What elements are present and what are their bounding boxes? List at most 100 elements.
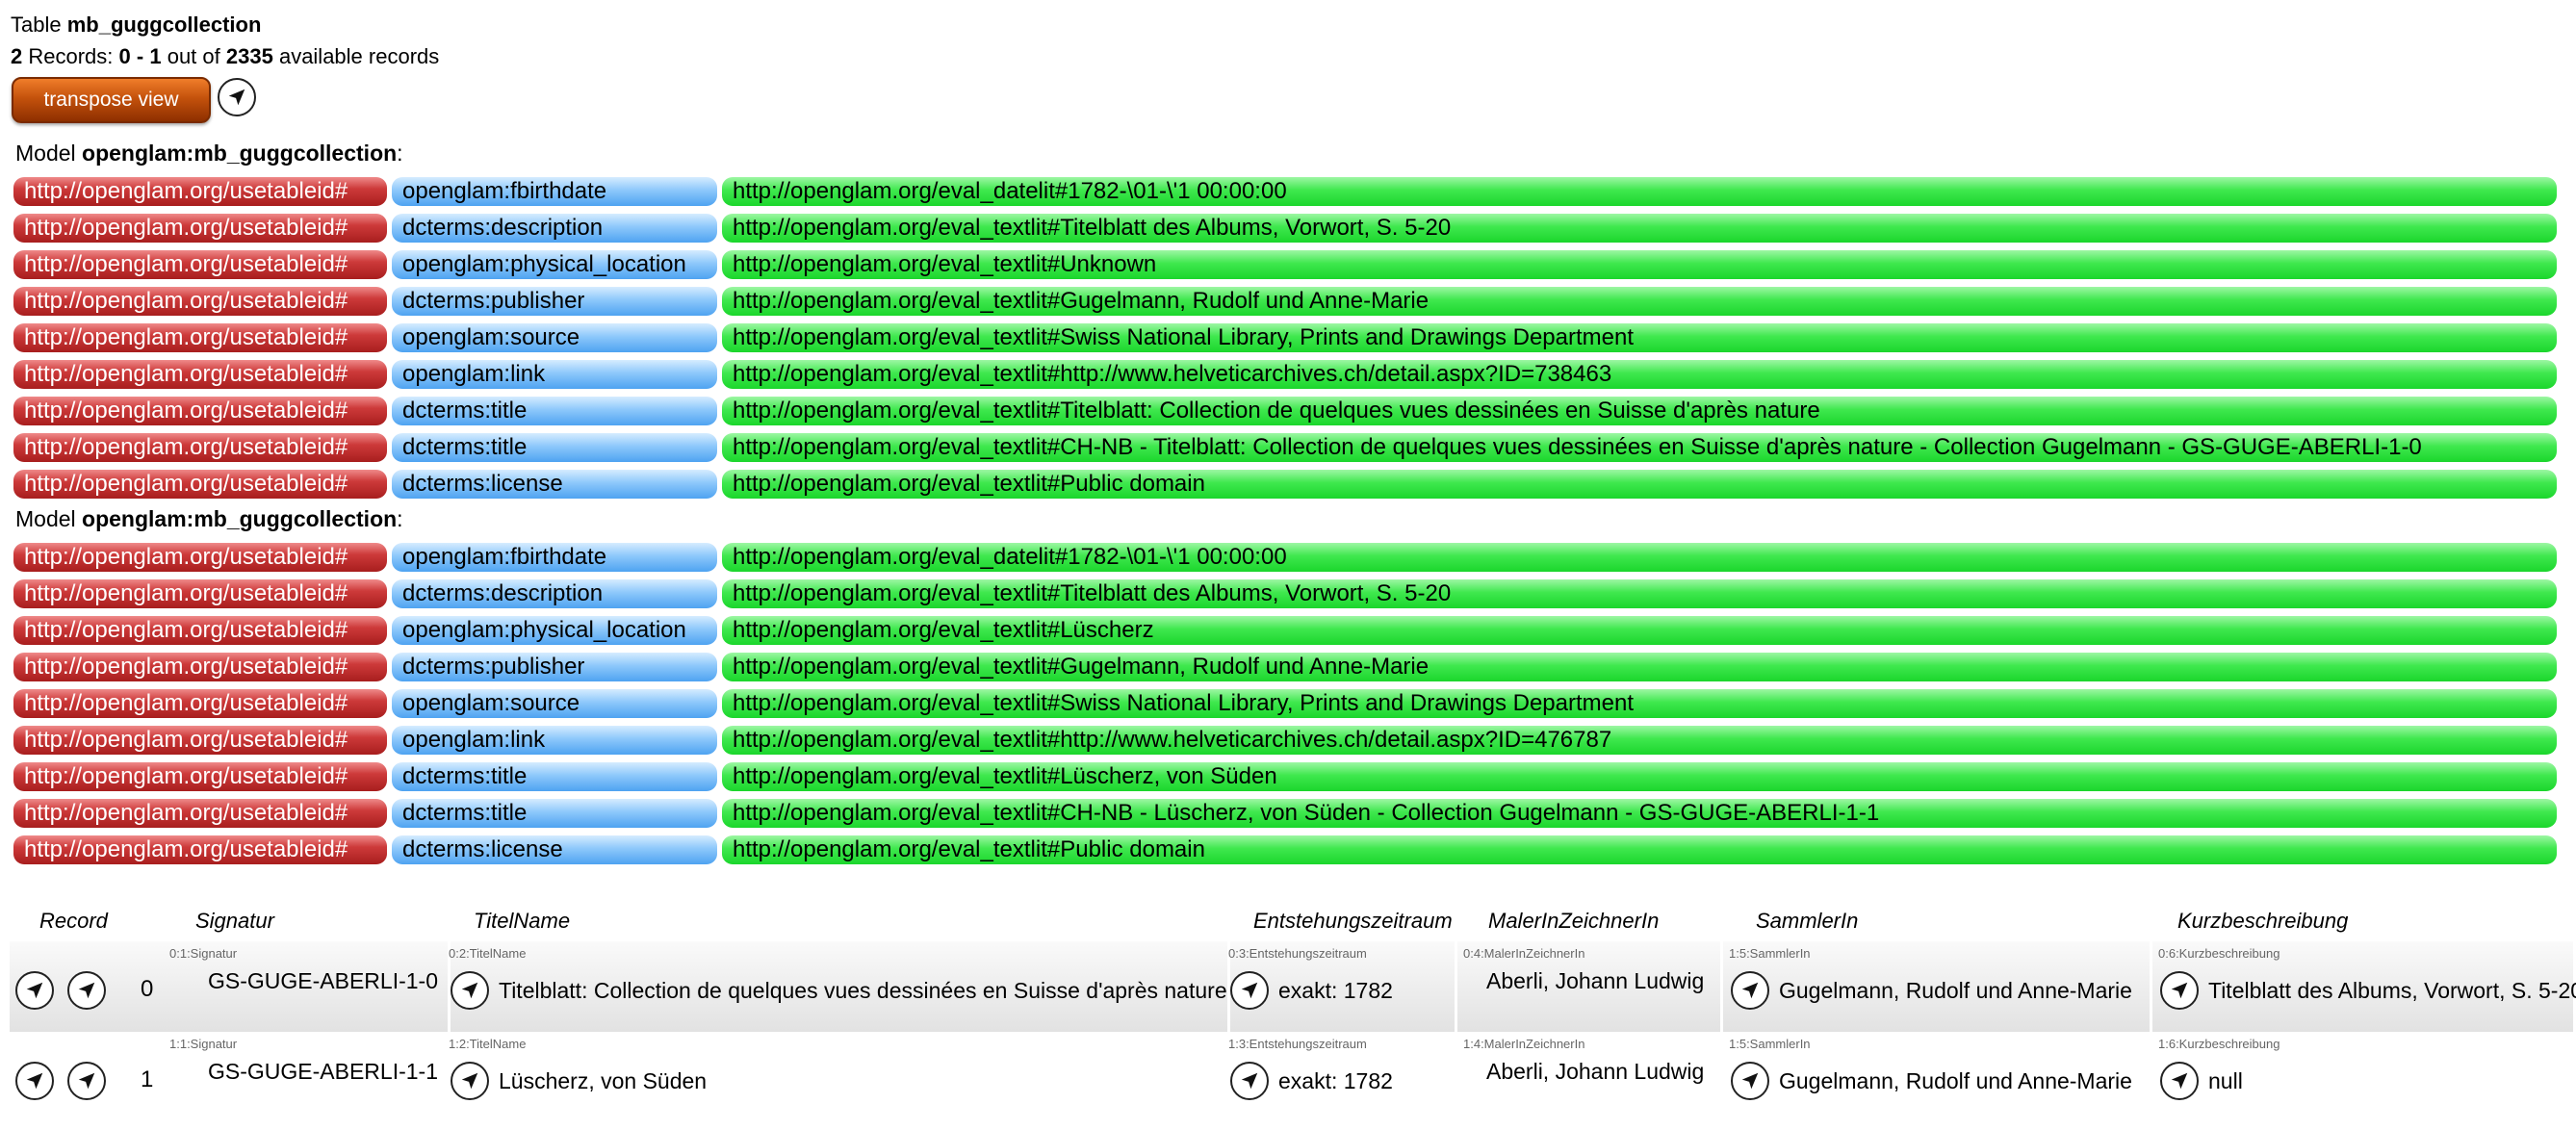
object-pill[interactable]: http://openglam.org/eval_textlit#Gugelma… xyxy=(722,287,2557,316)
object-pill[interactable]: http://openglam.org/eval_textlit#Swiss N… xyxy=(722,689,2557,718)
model-name: openglam:mb_guggcollection xyxy=(82,141,398,166)
subject-pill[interactable]: http://openglam.org/usetableid# xyxy=(13,799,387,828)
model-title: Model openglam:mb_guggcollection: xyxy=(15,506,403,531)
object-pill[interactable]: http://openglam.org/eval_textlit#Titelbl… xyxy=(722,214,2557,243)
subject-pill[interactable]: http://openglam.org/usetableid# xyxy=(13,360,387,389)
row-navigate-button[interactable] xyxy=(67,1062,106,1100)
navigate-arrow-icon xyxy=(26,982,43,999)
object-pill[interactable]: http://openglam.org/eval_textlit#Lüscher… xyxy=(722,616,2557,645)
subject-pill[interactable]: http://openglam.org/usetableid# xyxy=(13,835,387,864)
predicate-pill[interactable]: dcterms:license xyxy=(392,835,717,864)
object-pill[interactable]: http://openglam.org/eval_textlit#Public … xyxy=(722,835,2557,864)
subject-pill[interactable]: http://openglam.org/usetableid# xyxy=(13,726,387,755)
object-pill[interactable]: http://openglam.org/eval_textlit#Gugelma… xyxy=(722,653,2557,681)
predicate-pill[interactable]: dcterms:title xyxy=(392,762,717,791)
predicate-pill[interactable]: dcterms:publisher xyxy=(392,653,717,681)
table-cell: 0:3:Entstehungszeitraum exakt: 1782 xyxy=(1223,941,1457,1032)
subject-pill[interactable]: http://openglam.org/usetableid# xyxy=(13,543,387,572)
object-pill[interactable]: http://openglam.org/eval_textlit#Titelbl… xyxy=(722,579,2557,608)
table-cell: 1:3:Entstehungszeitraum exakt: 1782 xyxy=(1223,1032,1457,1122)
transpose-view-button[interactable]: transpose view xyxy=(12,77,211,123)
cell-value: null xyxy=(2208,1068,2243,1093)
column-header[interactable]: Kurzbeschreibung xyxy=(2177,909,2348,934)
subject-pill[interactable]: http://openglam.org/usetableid# xyxy=(13,250,387,279)
table-title: Table mb_guggcollection xyxy=(11,13,261,38)
predicate-pill[interactable]: dcterms:title xyxy=(392,433,717,462)
model-suffix: : xyxy=(397,141,403,166)
cell-navigate-button[interactable] xyxy=(1230,1062,1269,1100)
cell-navigate-button[interactable] xyxy=(451,1062,489,1100)
predicate-pill[interactable]: openglam:physical_location xyxy=(392,250,717,279)
object-pill[interactable]: http://openglam.org/eval_textlit#CH-NB -… xyxy=(722,799,2557,828)
navigate-button[interactable] xyxy=(218,78,256,116)
object-pill[interactable]: http://openglam.org/eval_textlit#Swiss N… xyxy=(722,323,2557,352)
row-navigate-button[interactable] xyxy=(67,971,106,1010)
predicate-pill[interactable]: dcterms:license xyxy=(392,470,717,499)
predicate-pill[interactable]: openglam:fbirthdate xyxy=(392,543,717,572)
predicate-pill[interactable]: dcterms:description xyxy=(392,214,717,243)
predicate-pill[interactable]: openglam:source xyxy=(392,323,717,352)
cell-navigate-button[interactable] xyxy=(451,971,489,1010)
subject-pill[interactable]: http://openglam.org/usetableid# xyxy=(13,689,387,718)
predicate-pill[interactable]: openglam:link xyxy=(392,726,717,755)
column-header[interactable]: SammlerIn xyxy=(1756,909,1858,934)
subject-pill[interactable]: http://openglam.org/usetableid# xyxy=(13,433,387,462)
object-pill[interactable]: http://openglam.org/eval_textlit#http://… xyxy=(722,360,2557,389)
object-pill[interactable]: http://openglam.org/eval_textlit#Public … xyxy=(722,470,2557,499)
predicate-pill[interactable]: dcterms:title xyxy=(392,397,717,425)
column-header[interactable]: MalerInZeichnerIn xyxy=(1488,909,1659,934)
subject-pill[interactable]: http://openglam.org/usetableid# xyxy=(13,579,387,608)
row-navigate-button[interactable] xyxy=(15,971,54,1010)
subject-pill[interactable]: http://openglam.org/usetableid# xyxy=(13,214,387,243)
subject-pill[interactable]: http://openglam.org/usetableid# xyxy=(13,177,387,206)
row-navigate-button[interactable] xyxy=(15,1062,54,1100)
subject-pill[interactable]: http://openglam.org/usetableid# xyxy=(13,287,387,316)
column-header[interactable]: TitelName xyxy=(474,909,570,934)
cell-navigate-button[interactable] xyxy=(2160,971,2199,1010)
navigate-arrow-icon xyxy=(78,982,95,999)
table-cell: 0:1:Signatur GS-GUGE-ABERLI-1-0 xyxy=(164,941,451,1032)
model-title: Model openglam:mb_guggcollection: xyxy=(15,141,403,166)
column-header[interactable]: Signatur xyxy=(195,909,274,934)
navigate-arrow-icon xyxy=(26,1072,43,1090)
subject-pill[interactable]: http://openglam.org/usetableid# xyxy=(13,470,387,499)
model-suffix: : xyxy=(397,506,403,531)
predicate-pill[interactable]: openglam:fbirthdate xyxy=(392,177,717,206)
object-pill[interactable]: http://openglam.org/eval_datelit#1782-\0… xyxy=(722,177,2557,206)
predicate-pill[interactable]: openglam:source xyxy=(392,689,717,718)
cell-field-tag: 1:5:SammlerIn xyxy=(1729,946,1811,961)
column-header[interactable]: Record xyxy=(39,909,108,934)
navigate-arrow-icon xyxy=(2171,982,2188,999)
predicate-pill[interactable]: dcterms:publisher xyxy=(392,287,717,316)
records-out-of: out of xyxy=(167,44,220,68)
subject-pill[interactable]: http://openglam.org/usetableid# xyxy=(13,397,387,425)
cell-navigate-button[interactable] xyxy=(1731,971,1769,1010)
predicate-pill[interactable]: dcterms:description xyxy=(392,579,717,608)
records-total: 2335 xyxy=(225,44,273,68)
cell-value: Titelblatt des Albums, Vorwort, S. 5-20 xyxy=(2208,978,2576,1003)
object-pill[interactable]: http://openglam.org/eval_textlit#Unknown xyxy=(722,250,2557,279)
object-pill[interactable]: http://openglam.org/eval_datelit#1782-\0… xyxy=(722,543,2557,572)
subject-pill[interactable]: http://openglam.org/usetableid# xyxy=(13,616,387,645)
object-pill[interactable]: http://openglam.org/eval_textlit#Lüscher… xyxy=(722,762,2557,791)
cell-navigate-button[interactable] xyxy=(1230,971,1269,1010)
cell-field-tag: 0:1:Signatur xyxy=(169,946,238,961)
record-number: 1 xyxy=(141,1066,154,1092)
column-header[interactable]: Entstehungszeitraum xyxy=(1253,909,1453,934)
cell-value: exakt: 1782 xyxy=(1278,1068,1393,1093)
cell-navigate-button[interactable] xyxy=(2160,1062,2199,1100)
subject-pill[interactable]: http://openglam.org/usetableid# xyxy=(13,323,387,352)
subject-pill[interactable]: http://openglam.org/usetableid# xyxy=(13,762,387,791)
subject-pill[interactable]: http://openglam.org/usetableid# xyxy=(13,653,387,681)
object-pill[interactable]: http://openglam.org/eval_textlit#CH-NB -… xyxy=(722,433,2557,462)
cell-navigate-button[interactable] xyxy=(1731,1062,1769,1100)
predicate-pill[interactable]: openglam:physical_location xyxy=(392,616,717,645)
object-pill[interactable]: http://openglam.org/eval_textlit#Titelbl… xyxy=(722,397,2557,425)
object-pill[interactable]: http://openglam.org/eval_textlit#http://… xyxy=(722,726,2557,755)
predicate-pill[interactable]: dcterms:title xyxy=(392,799,717,828)
record-number: 0 xyxy=(141,976,154,1002)
navigate-arrow-icon xyxy=(1241,982,1258,999)
predicate-pill[interactable]: openglam:link xyxy=(392,360,717,389)
cell-field-tag: 1:3:Entstehungszeitraum xyxy=(1228,1037,1367,1051)
cell-field-tag: 1:6:Kurzbeschreibung xyxy=(2158,1037,2280,1051)
